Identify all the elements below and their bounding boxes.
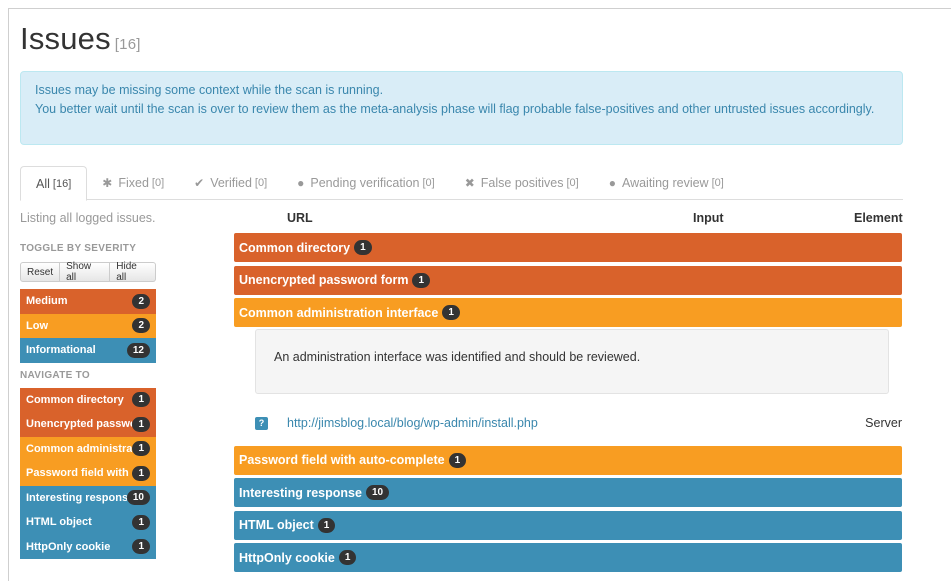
severity-toggle-low[interactable]: Low 2 <box>20 313 156 338</box>
issue-description: An administration interface was identifi… <box>255 329 889 394</box>
hide-all-button[interactable]: Hide all <box>110 261 156 283</box>
column-header-element: Element <box>854 211 903 225</box>
count-badge: 1 <box>132 514 150 530</box>
nav-item-html-object[interactable]: HTML object 1 <box>20 510 156 535</box>
count-badge: 1 <box>132 416 150 432</box>
tab-awaiting-review[interactable]: ● Awaiting review [0] <box>594 166 739 200</box>
tab-verified[interactable]: ✔ Verified [0] <box>179 166 282 200</box>
issue-count: [16] <box>114 36 141 53</box>
count-badge: 10 <box>126 490 150 506</box>
count-badge: 1 <box>132 465 150 481</box>
nav-item-interesting-response[interactable]: Interesting response 10 <box>20 485 156 510</box>
alert-line-1: Issues may be missing some context while… <box>35 83 384 97</box>
issue-row-interesting-response[interactable]: Interesting response 10 <box>234 478 902 507</box>
count-badge: 1 <box>442 305 460 320</box>
issues-list: Common directory 1 Unencrypted password f… <box>234 233 902 576</box>
navigate-list: Common directory1 Unencrypted password f… <box>20 387 156 559</box>
sidebar: TOGGLE BY SEVERITY Reset Show all Hide a… <box>20 243 156 559</box>
question-icon[interactable]: ? <box>255 416 268 430</box>
exclamation-circle-icon: ● <box>297 176 305 190</box>
column-header-input: Input <box>693 211 724 225</box>
count-badge: 2 <box>132 293 150 309</box>
tab-fixed[interactable]: ✱ Fixed [0] <box>87 166 179 200</box>
nav-item-common-administration-interface[interactable]: Common administration interfa1 <box>20 436 156 461</box>
count-badge: 1 <box>338 550 357 565</box>
page-title: Issues [16] <box>20 21 141 56</box>
severity-list: Medium 2 Low 2 Informational 12 <box>20 289 156 363</box>
check-icon: ✔ <box>194 176 205 190</box>
count-badge: 12 <box>126 342 150 358</box>
count-badge: 1 <box>132 441 150 457</box>
issue-url-link[interactable]: http://jimsblog.local/blog/wp-admin/inst… <box>287 416 538 430</box>
tab-false-positives[interactable]: ✖ False positives [0] <box>450 166 594 200</box>
severity-toggle-medium[interactable]: Medium 2 <box>20 289 156 314</box>
issue-filter-tabs: All [16] ✱ Fixed [0] ✔ Verified [0] ● Pending … <box>20 166 903 201</box>
nav-item-unencrypted-password-form[interactable]: Unencrypted password form1 <box>20 412 156 437</box>
count-badge: 1 <box>354 240 372 255</box>
count-badge: 1 <box>132 539 150 555</box>
reset-button[interactable]: Reset <box>20 262 61 282</box>
severity-toggle-informational[interactable]: Informational 12 <box>20 338 156 363</box>
toggle-severity-heading: TOGGLE BY SEVERITY <box>20 243 137 254</box>
scan-running-alert: Issues may be missing some context while… <box>20 71 903 145</box>
tab-all[interactable]: All [16] <box>20 166 88 201</box>
count-badge: 2 <box>132 318 150 334</box>
issue-element: Server <box>865 416 902 430</box>
count-badge: 1 <box>412 272 431 288</box>
severity-button-group: Reset Show all Hide all <box>20 261 156 283</box>
nav-item-httponly-cookie[interactable]: HttpOnly cookie 1 <box>20 534 156 559</box>
issue-details: An administration interface was identifi… <box>234 327 902 442</box>
count-badge: 1 <box>317 517 336 533</box>
issue-row-unencrypted-password-form[interactable]: Unencrypted password form 1 <box>234 265 902 295</box>
times-icon: ✖ <box>464 176 475 190</box>
tab-pending-verification[interactable]: ● Pending verification [0] <box>282 166 450 200</box>
count-badge: 1 <box>132 392 150 408</box>
issue-row-password-field-autocomplete[interactable]: Password field with auto-complete 1 <box>234 445 902 475</box>
listing-caption: Listing all logged issues. <box>20 211 156 225</box>
page-frame: Issues [16] Issues may be missing some co… <box>8 8 951 581</box>
asterisk-icon: ✱ <box>102 176 113 190</box>
show-all-button[interactable]: Show all <box>60 261 111 283</box>
nav-item-password-field-autocomplete[interactable]: Password field with auto-compl1 <box>20 461 156 486</box>
issue-row-httponly-cookie[interactable]: HttpOnly cookie 1 <box>234 543 902 572</box>
info-circle-icon: ● <box>608 176 616 190</box>
navigate-to-heading: NAVIGATE TO <box>20 369 90 381</box>
column-header-url: URL <box>287 211 313 225</box>
alert-line-2: You better wait until the scan is over t… <box>35 101 875 116</box>
issue-row-common-administration-interface[interactable]: Common administration interface 1 <box>234 298 902 327</box>
issue-instance-row: ? http://jimsblog.local/blog/wp-admin/in… <box>255 411 902 435</box>
count-badge: 1 <box>448 452 467 468</box>
issue-row-html-object[interactable]: HTML object 1 <box>234 510 902 540</box>
count-badge: 10 <box>365 485 390 500</box>
nav-item-common-directory[interactable]: Common directory 1 <box>20 387 156 412</box>
issue-row-common-directory[interactable]: Common directory 1 <box>234 233 902 262</box>
